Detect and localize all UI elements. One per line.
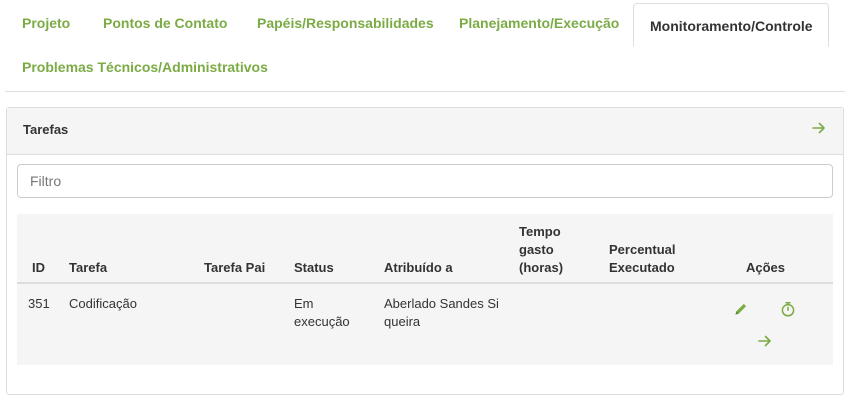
tab-monitoramento-controle[interactable]: Monitoramento/Controle (633, 3, 829, 47)
table-header: ID Tarefa Tarefa Pai Status Atribuído a … (17, 214, 833, 284)
pencil-icon[interactable] (733, 301, 749, 317)
arrow-right-icon[interactable] (811, 120, 827, 136)
header-time-spent: Tempo gasto (horas) (519, 223, 563, 277)
tab-bar: Projeto Pontos de Contato Papéis/Respons… (5, 0, 845, 92)
header-assignee: Atribuído a (384, 260, 453, 275)
cell-assignee: Aberlado Sandes Si queira (384, 295, 499, 331)
stopwatch-icon[interactable] (780, 301, 796, 317)
cell-assignee-line-2: queira (384, 314, 421, 329)
tasks-table: ID Tarefa Tarefa Pai Status Atribuído a … (17, 214, 833, 365)
header-task: Tarefa (69, 260, 108, 275)
cell-assignee-line-1: Aberlado Sandes Si (384, 296, 499, 311)
cell-status-line-1: Em (294, 296, 314, 311)
tab-problemas-tecnicos-administrativos[interactable]: Problemas Técnicos/Administrativos (22, 59, 268, 75)
tab-papeis-responsabilidades[interactable]: Papéis/Responsabilidades (257, 15, 434, 31)
tab-pontos-de-contato[interactable]: Pontos de Contato (103, 15, 227, 31)
panel-header: Tarefas (7, 108, 843, 155)
tab-planejamento-execucao[interactable]: Planejamento/Execução (459, 15, 619, 31)
cell-status-line-2: execução (294, 314, 350, 329)
arrow-right-icon[interactable] (757, 333, 773, 349)
header-percent-line-1: Percentual (609, 242, 676, 257)
cell-status: Em execução (294, 295, 350, 331)
header-actions: Ações (746, 260, 786, 275)
header-status: Status (294, 260, 334, 275)
header-time-spent-line-3: (horas) (519, 260, 564, 275)
header-id: ID (32, 260, 45, 275)
cell-id: 351 (28, 296, 50, 311)
tab-projeto[interactable]: Projeto (22, 15, 70, 31)
header-percent-line-2: Executado (609, 260, 675, 275)
filter-input[interactable] (17, 164, 833, 198)
header-time-spent-line-2: gasto (519, 242, 554, 257)
tasks-panel: Tarefas ID Tarefa Tarefa Pai Status Atri… (6, 107, 844, 395)
header-parent-task: Tarefa Pai (204, 260, 266, 275)
panel-title: Tarefas (23, 122, 69, 137)
header-time-spent-line-1: Tempo (519, 224, 561, 239)
header-percent-executed: Percentual Executado (609, 241, 675, 277)
cell-task: Codificação (69, 296, 137, 311)
